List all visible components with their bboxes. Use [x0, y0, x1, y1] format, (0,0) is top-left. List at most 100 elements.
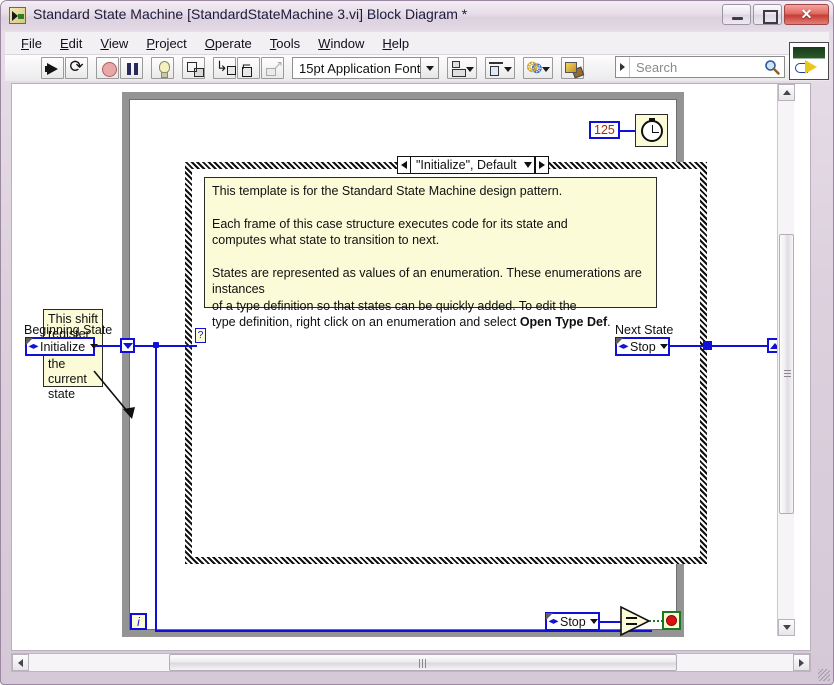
application-window: Standard State Machine [StandardStateMac… [0, 0, 834, 685]
maximize-button[interactable] [753, 4, 782, 25]
font-selector[interactable]: 15pt Application Font [292, 57, 440, 79]
wire-next-state-to-tunnel [670, 345, 706, 347]
horizontal-scrollbar-thumb[interactable] [169, 654, 677, 671]
debug-controls-group [151, 57, 175, 79]
case-selector-terminal[interactable]: ? [195, 328, 206, 343]
comment-line-2b: computes what state to transition to nex… [212, 233, 440, 247]
comment-paragraph-3: States are represented as values of an e… [212, 265, 649, 331]
note-arrow-icon [93, 370, 135, 419]
case-selector-label: "Initialize", Default [411, 157, 522, 173]
close-button[interactable] [784, 4, 829, 25]
vertical-scrollbar-thumb[interactable] [779, 234, 794, 514]
pause-icon[interactable] [120, 57, 143, 79]
stop-constant-dropdown-arrow[interactable] [588, 619, 601, 624]
light-bulb-icon[interactable] [151, 57, 174, 79]
menu-item-window[interactable]: Window [311, 34, 375, 53]
scroll-right-button[interactable] [793, 654, 810, 671]
window-controls [722, 4, 829, 25]
font-label: 15pt Application Font [292, 57, 422, 79]
search-input[interactable]: Search [615, 56, 785, 78]
font-dropdown-arrow[interactable] [421, 57, 440, 79]
distribute-group [485, 57, 516, 79]
comment-line-3a: States are represented as values of an e… [212, 265, 642, 297]
shift-register-left[interactable] [120, 338, 135, 353]
search-scope-icon[interactable] [616, 57, 630, 77]
next-state-value: Stop [630, 339, 656, 354]
menu-item-tools[interactable]: Tools [263, 34, 311, 53]
menu-item-edit[interactable]: Edit [53, 34, 93, 53]
case-structure[interactable]: "Initialize", Default This template is f… [185, 156, 707, 564]
wait-time-constant[interactable]: 125 [589, 121, 620, 139]
menu-item-view[interactable]: View [93, 34, 139, 53]
stop-loop-terminal-icon[interactable] [662, 611, 681, 630]
clean-up-diagram-icon[interactable] [561, 57, 585, 79]
case-next-button[interactable] [534, 157, 548, 173]
stop-constant-value: Stop [560, 614, 586, 629]
next-state-enum[interactable]: ◂▸ Stop [615, 337, 670, 356]
comment-line-2a: Each frame of this case structure execut… [212, 216, 568, 231]
case-dropdown-button[interactable] [521, 157, 535, 173]
next-state-dropdown-arrow[interactable] [658, 344, 671, 349]
abort-execution-icon[interactable] [96, 57, 119, 79]
horizontal-scrollbar[interactable] [11, 653, 811, 672]
menu-item-operate[interactable]: Operate [198, 34, 263, 53]
equal-comparison-icon[interactable] [620, 605, 650, 637]
probe-values-icon[interactable] [182, 57, 205, 79]
comment-line-3c-post: . [607, 315, 611, 329]
comment-paragraph-2: Each frame of this case structure execut… [212, 216, 649, 249]
menu-item-file[interactable]: File [14, 34, 53, 53]
probe-group [182, 57, 206, 79]
beginning-state-label: Beginning State [24, 323, 113, 337]
execution-controls-group [96, 57, 144, 79]
beginning-state-value: Initialize [40, 339, 86, 354]
wait-ms-timer-icon[interactable] [635, 114, 668, 147]
scroll-up-button[interactable] [778, 84, 795, 101]
distribute-objects-icon[interactable] [485, 57, 516, 79]
search-placeholder: Search [636, 59, 678, 75]
reorder-group [523, 57, 554, 79]
wire-tunnel-to-shift-register [712, 345, 768, 347]
step-controls-group [213, 57, 285, 79]
run-continuously-icon[interactable] [65, 57, 88, 79]
comment-line-3b: of a type definition so that states can … [212, 298, 577, 313]
align-group [447, 57, 478, 79]
horizontal-scrollbar-track[interactable] [29, 654, 793, 671]
minimize-button[interactable] [722, 4, 751, 25]
stop-constant-enum[interactable]: ◂▸ Stop [545, 612, 600, 631]
diagram-comment[interactable]: This template is for the Standard State … [204, 177, 657, 329]
cleanup-group [561, 57, 585, 79]
reorder-icon[interactable] [523, 57, 554, 79]
wire-constant-to-wait [620, 130, 636, 132]
magnifier-icon[interactable] [760, 56, 784, 78]
wire-shift-register-to-case [135, 345, 197, 347]
labview-vi-icon [9, 7, 26, 24]
step-over-icon[interactable] [237, 57, 260, 79]
window-resize-grip[interactable] [818, 669, 830, 681]
case-selector[interactable]: "Initialize", Default [397, 156, 549, 174]
iteration-terminal[interactable]: i [130, 613, 147, 630]
menu-item-help[interactable]: Help [375, 34, 420, 53]
block-diagram-canvas[interactable]: "Initialize", Default This template is f… [11, 83, 811, 651]
menu-item-project[interactable]: Project [139, 34, 197, 53]
step-into-icon[interactable] [213, 57, 236, 79]
title-bar: Standard State Machine [StandardStateMac… [1, 1, 833, 31]
comment-paragraph-1: This template is for the Standard State … [212, 184, 563, 198]
comment-line-3c-pre: type definition, right click on an enume… [212, 315, 520, 329]
beginning-state-enum[interactable]: ◂▸ Initialize [25, 337, 95, 356]
vertical-scrollbar[interactable] [777, 84, 795, 636]
scroll-left-button[interactable] [12, 654, 29, 671]
run-controls-group [41, 57, 89, 79]
case-output-tunnel[interactable] [703, 341, 712, 350]
wire-stop-constant-to-eq [600, 621, 622, 623]
case-prev-button[interactable] [398, 157, 411, 173]
comment-open-type-def: Open Type Def [519, 315, 608, 329]
step-out-icon[interactable] [261, 57, 284, 79]
window-title: Standard State Machine [StandardStateMac… [33, 6, 468, 22]
wire-state-down [155, 345, 157, 631]
vi-icon-badge[interactable] [789, 42, 829, 80]
align-objects-icon[interactable] [447, 57, 478, 79]
diagram-content: "Initialize", Default This template is f… [12, 84, 795, 637]
menu-bar: File Edit View Project Operate Tools Win… [5, 32, 829, 54]
scroll-down-button[interactable] [778, 619, 795, 636]
run-arrow-icon[interactable] [41, 57, 64, 79]
